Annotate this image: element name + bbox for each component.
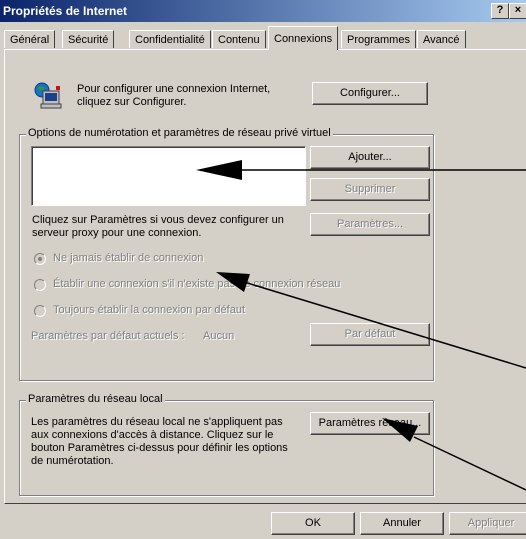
tab-strip: Général Sécurité Confidentialité Contenu… bbox=[4, 26, 526, 50]
lan-settings-button[interactable]: Paramètres réseau... bbox=[310, 412, 430, 435]
ok-button[interactable]: OK bbox=[271, 512, 355, 535]
remove-button[interactable]: Supprimer bbox=[310, 178, 430, 201]
add-button[interactable]: Ajouter... bbox=[310, 146, 430, 169]
radio-always-dial-label: Toujours établir la connexion par défaut bbox=[53, 304, 246, 316]
set-default-button[interactable]: Par défaut bbox=[310, 323, 430, 346]
tab-programs[interactable]: Programmes bbox=[341, 30, 416, 48]
connections-listbox[interactable] bbox=[31, 146, 306, 206]
radio-dial-when-no-network-label: Établir une connexion s'il n'existe pas … bbox=[53, 278, 341, 290]
apply-button[interactable]: Appliquer bbox=[449, 512, 526, 535]
internet-properties-dialog: Propriétés de Internet ? × Général Sécur… bbox=[0, 0, 526, 539]
tab-content[interactable]: Contenu bbox=[212, 30, 266, 48]
lan-description: Les paramètres du réseau local ne s'appl… bbox=[31, 416, 288, 467]
configure-button[interactable]: Configurer... bbox=[312, 82, 428, 105]
help-button[interactable]: ? bbox=[491, 3, 509, 19]
dialup-group-legend: Options de numérotation et paramètres de… bbox=[26, 127, 333, 139]
tab-privacy[interactable]: Confidentialité bbox=[129, 30, 211, 48]
title-bar: Propriétés de Internet ? × bbox=[0, 0, 526, 22]
window-title: Propriétés de Internet bbox=[3, 4, 128, 18]
radio-never-dial-label: Ne jamais établir de connexion bbox=[53, 252, 204, 264]
close-button[interactable]: × bbox=[509, 3, 526, 19]
radio-selected-dot bbox=[38, 257, 42, 261]
current-default-label: Paramètres par défaut actuels : bbox=[31, 330, 185, 342]
tab-security[interactable]: Sécurité bbox=[62, 30, 115, 48]
network-computer-icon bbox=[32, 82, 64, 112]
lan-group-legend: Paramètres du réseau local bbox=[26, 393, 165, 405]
proxy-instructions: Cliquez sur Paramètres si vous devez con… bbox=[32, 214, 284, 239]
tab-connections[interactable]: Connexions bbox=[268, 26, 339, 50]
radio-always-dial[interactable] bbox=[34, 305, 46, 317]
settings-button[interactable]: Paramètres... bbox=[310, 213, 430, 236]
tab-general[interactable]: Général bbox=[4, 30, 56, 48]
tab-advanced[interactable]: Avancé bbox=[417, 30, 466, 48]
setup-description: Pour configurer une connexion Internet, … bbox=[77, 83, 271, 108]
cancel-button[interactable]: Annuler bbox=[360, 512, 444, 535]
radio-dial-when-no-network[interactable] bbox=[34, 279, 46, 291]
radio-never-dial[interactable] bbox=[34, 253, 46, 265]
current-default-value: Aucun bbox=[203, 330, 235, 342]
